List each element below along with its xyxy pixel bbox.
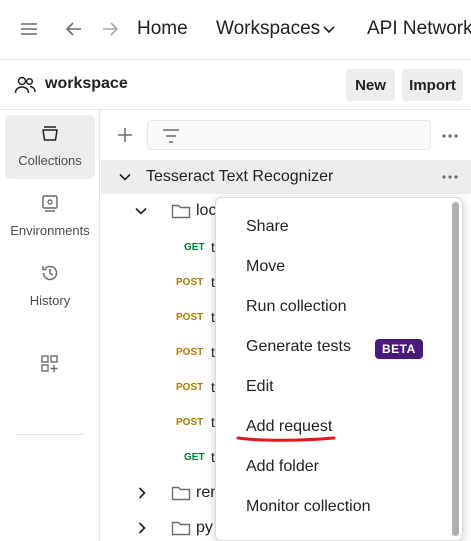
rail-item-collections[interactable]: Collections	[5, 115, 95, 179]
rail-item-environments[interactable]: Environments	[5, 185, 95, 249]
request-row[interactable]: POST t	[101, 335, 216, 370]
plus-icon[interactable]	[116, 126, 134, 144]
folder-icon	[171, 521, 191, 536]
menu-item-label: Edit	[246, 378, 274, 395]
chevron-right-icon[interactable]	[135, 486, 149, 500]
filter-search-input[interactable]	[147, 120, 431, 150]
hamburger-menu-icon[interactable]	[18, 18, 40, 40]
menu-item-label: Generate tests	[246, 338, 351, 355]
chevron-down-icon[interactable]	[118, 170, 132, 184]
request-row[interactable]: POST t	[101, 370, 216, 405]
menu-item-label: Monitor collection	[246, 498, 371, 515]
method-badge: POST	[176, 347, 204, 358]
workspace-name[interactable]: workspace	[45, 75, 128, 93]
folder-name: loc	[196, 202, 217, 219]
top-navigation-bar: Home Workspaces API Network	[0, 0, 471, 60]
menu-item-edit[interactable]: Edit	[216, 368, 452, 408]
menu-item-move[interactable]: Move	[216, 248, 452, 288]
menu-item-label: Run collection	[246, 298, 347, 315]
users-icon	[14, 76, 36, 94]
folder-row[interactable]: ren	[101, 476, 219, 510]
method-badge: GET	[184, 242, 205, 253]
menu-item-generate-tests[interactable]: Generate tests BETA	[216, 328, 452, 368]
method-badge: POST	[176, 277, 204, 288]
environments-icon	[42, 195, 58, 212]
menu-item-label: Add folder	[246, 458, 319, 475]
history-icon	[42, 265, 58, 281]
request-row[interactable]: GET t	[101, 440, 216, 475]
filter-icon[interactable]	[161, 127, 181, 145]
chevron-down-icon[interactable]	[320, 20, 338, 38]
rail-item-label: Collections	[18, 153, 82, 168]
menu-item-label: Add request	[246, 418, 333, 435]
more-options-icon[interactable]	[441, 133, 459, 139]
request-row[interactable]: GET t	[101, 230, 216, 265]
menu-item-run-collection[interactable]: Run collection	[216, 288, 452, 328]
request-row[interactable]: POST t	[101, 300, 216, 335]
collection-row[interactable]: Tesseract Text Recognizer	[101, 160, 471, 194]
method-badge: POST	[176, 312, 204, 323]
menu-item-label: Move	[246, 258, 286, 275]
chevron-right-icon[interactable]	[135, 521, 149, 535]
chevron-down-icon[interactable]	[134, 204, 148, 218]
nav-workspaces-menu[interactable]: Workspaces	[216, 18, 320, 40]
new-button[interactable]: New	[346, 69, 395, 101]
folder-name: py	[196, 519, 213, 536]
request-row[interactable]: POST t	[101, 265, 216, 300]
configure-workbench-icon[interactable]	[40, 354, 60, 374]
forward-arrow-icon[interactable]	[99, 18, 121, 40]
workspace-header: workspace New Import	[0, 60, 471, 110]
menu-item-add-request[interactable]: Add request	[216, 408, 452, 448]
request-row[interactable]: POST t	[101, 405, 216, 440]
method-badge: GET	[184, 452, 205, 463]
method-badge: POST	[176, 382, 204, 393]
beta-badge: BETA	[375, 339, 423, 359]
folder-icon	[171, 204, 191, 219]
method-badge: POST	[176, 417, 204, 428]
menu-item-label: Share	[246, 218, 289, 235]
import-button[interactable]: Import	[402, 69, 463, 101]
rail-divider	[16, 434, 84, 435]
collection-more-options-icon[interactable]	[441, 174, 459, 180]
left-sidebar-rail: Collections Environments History	[0, 110, 100, 541]
folder-row[interactable]: py	[101, 511, 216, 541]
rail-item-history[interactable]: History	[5, 255, 95, 319]
nav-api-network-link[interactable]: API Network	[367, 18, 471, 40]
collection-title: Tesseract Text Recognizer	[146, 168, 334, 185]
rail-item-label: History	[29, 293, 71, 308]
menu-item-add-folder[interactable]: Add folder	[216, 448, 452, 488]
back-arrow-icon[interactable]	[63, 18, 85, 40]
menu-item-monitor-collection[interactable]: Monitor collection	[216, 488, 452, 528]
nav-home-link[interactable]: Home	[137, 18, 188, 40]
menu-scrollbar[interactable]	[452, 202, 459, 536]
collection-context-menu: Share Move Run collection Generate tests…	[215, 197, 463, 541]
folder-icon	[171, 486, 191, 501]
menu-item-share[interactable]: Share	[216, 208, 452, 248]
collections-icon	[42, 126, 58, 141]
rail-item-label: Environments	[10, 223, 90, 238]
